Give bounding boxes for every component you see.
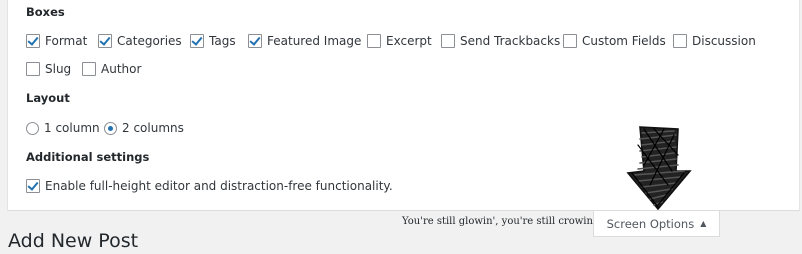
- box-option-author[interactable]: Author: [82, 61, 141, 77]
- layout-option-label: 1 column: [44, 121, 100, 135]
- box-option-label: Excerpt: [386, 34, 432, 48]
- box-option-label: Featured Image: [267, 34, 362, 48]
- screen-options-tab[interactable]: Screen Options ▲: [593, 211, 720, 237]
- down-arrow-icon: [626, 126, 692, 211]
- box-option-custom-fields[interactable]: Custom Fields: [563, 33, 666, 49]
- full-height-editor-option[interactable]: Enable full-height editor and distractio…: [26, 178, 393, 194]
- slug-checkbox[interactable]: [26, 62, 40, 76]
- tags-checkbox[interactable]: [190, 34, 204, 48]
- custom-fields-checkbox[interactable]: [563, 34, 577, 48]
- box-option-label: Tags: [209, 34, 236, 48]
- tagline-text: You're still glowin', you're still crowi…: [402, 216, 596, 227]
- layout-heading: Layout: [26, 91, 70, 105]
- excerpt-checkbox[interactable]: [367, 34, 381, 48]
- screen-options-label: Screen Options: [606, 216, 695, 231]
- full-height-editor-label: Enable full-height editor and distractio…: [45, 179, 393, 193]
- box-option-label: Discussion: [692, 34, 756, 48]
- two-columns-radio[interactable]: [104, 121, 117, 135]
- additional-settings-heading: Additional settings: [26, 150, 150, 164]
- box-option-label: Send Trackbacks: [460, 34, 561, 48]
- layout-option-label: 2 columns: [122, 121, 184, 135]
- box-option-tags[interactable]: Tags: [190, 33, 236, 49]
- discussion-checkbox[interactable]: [673, 34, 687, 48]
- layout-option-2-columns[interactable]: 2 columns: [104, 120, 184, 136]
- boxes-heading: Boxes: [26, 5, 65, 19]
- box-option-send-trackbacks[interactable]: Send Trackbacks: [441, 33, 560, 49]
- one-column-radio[interactable]: [26, 121, 39, 135]
- format-checkbox[interactable]: [26, 34, 40, 48]
- box-option-format[interactable]: Format: [26, 33, 87, 49]
- page-title: Add New Post: [8, 230, 139, 252]
- box-option-label: Author: [101, 62, 142, 76]
- box-option-featured-image[interactable]: Featured Image: [248, 33, 361, 49]
- categories-checkbox[interactable]: [98, 34, 112, 48]
- box-option-excerpt[interactable]: Excerpt: [367, 33, 432, 49]
- box-option-categories[interactable]: Categories: [98, 33, 182, 49]
- box-option-label: Categories: [117, 34, 182, 48]
- box-option-label: Format: [45, 34, 88, 48]
- full-height-editor-checkbox[interactable]: [26, 179, 40, 193]
- send-trackbacks-checkbox[interactable]: [441, 34, 455, 48]
- featured-image-checkbox[interactable]: [248, 34, 262, 48]
- box-option-slug[interactable]: Slug: [26, 61, 71, 77]
- author-checkbox[interactable]: [82, 62, 96, 76]
- box-option-discussion[interactable]: Discussion: [673, 33, 756, 49]
- triangle-up-icon: ▲: [700, 219, 707, 228]
- box-option-label: Slug: [45, 62, 72, 76]
- box-option-label: Custom Fields: [582, 34, 666, 48]
- layout-option-1-column[interactable]: 1 column: [26, 120, 100, 136]
